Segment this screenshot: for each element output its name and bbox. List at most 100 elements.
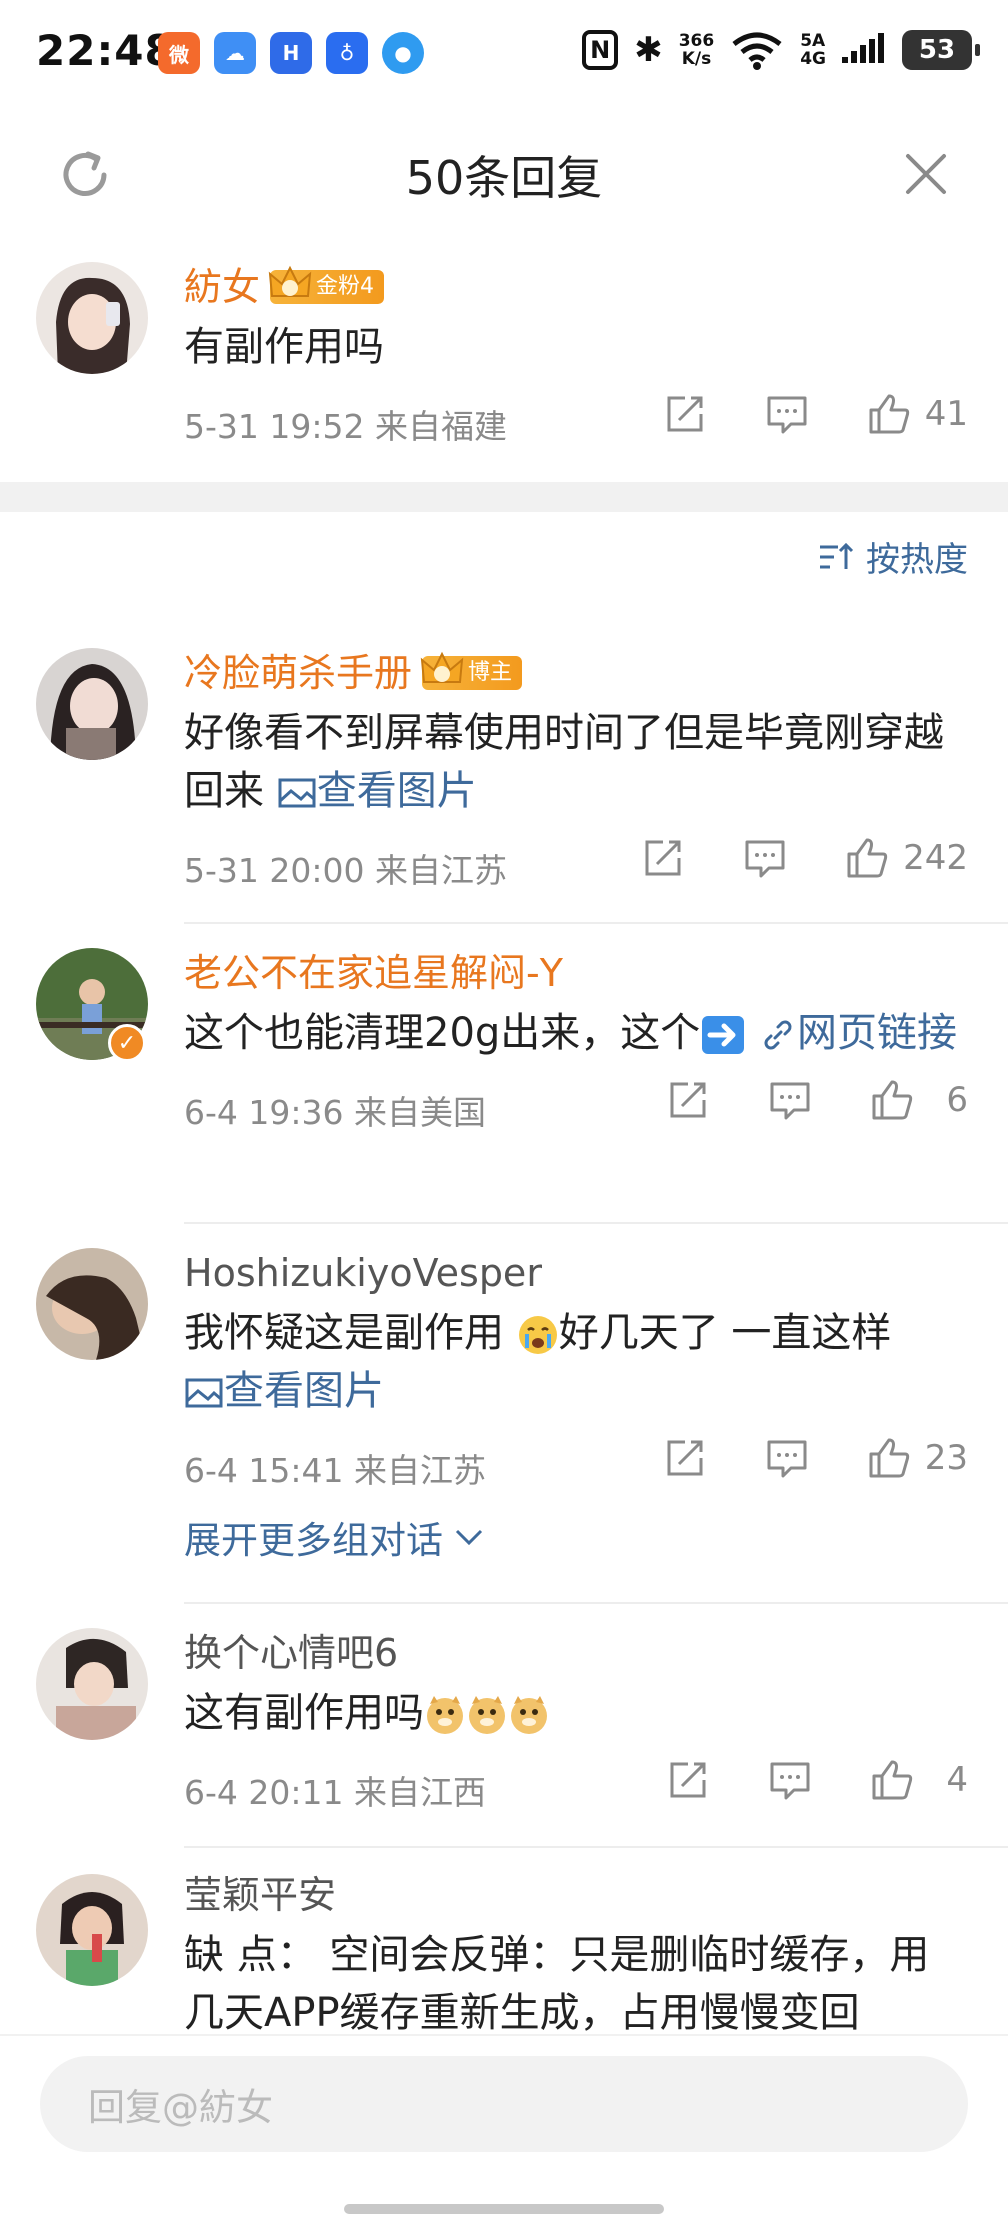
thumbs-up-icon bbox=[847, 838, 888, 878]
divider bbox=[184, 1222, 1008, 1224]
sort-toggle[interactable]: 按热度 bbox=[818, 532, 968, 581]
reply-button[interactable] bbox=[768, 1758, 812, 1802]
comment-text: 缺 点： 空间会反弹：只是删临时缓存，用几天APP缓存重新生成，占用慢慢变回 bbox=[184, 1932, 930, 2034]
share-button[interactable] bbox=[666, 1758, 710, 1802]
status-time: 22:48 bbox=[36, 26, 175, 75]
web-link[interactable]: 网页链接 bbox=[746, 1010, 957, 1056]
comment-meta: 6-4 20:11 来自江西 4 bbox=[184, 1758, 968, 1818]
share-icon bbox=[667, 396, 703, 432]
like-count: 242 bbox=[903, 838, 968, 878]
like-count: 6 bbox=[946, 1080, 968, 1120]
expand-more-conversation[interactable]: 展开更多组对话 bbox=[184, 1510, 968, 1564]
avatar[interactable] bbox=[36, 1628, 148, 1740]
comment-icon bbox=[770, 1762, 810, 1800]
username[interactable]: HoshizukiyoVesper bbox=[184, 1248, 968, 1298]
doge-emoji-icon bbox=[469, 1696, 505, 1734]
share-button[interactable] bbox=[663, 1436, 707, 1480]
comment-time: 5-31 19:52 来自福建 bbox=[184, 407, 507, 446]
cloud-app-icon: ☁ bbox=[214, 32, 256, 74]
image-icon bbox=[278, 778, 316, 808]
avatar[interactable] bbox=[36, 262, 148, 374]
like-button[interactable]: 6 bbox=[870, 1078, 968, 1122]
share-button[interactable] bbox=[663, 392, 707, 436]
share-button[interactable] bbox=[641, 836, 685, 880]
thumbs-up-icon bbox=[872, 1080, 913, 1120]
comment-icon bbox=[745, 840, 785, 878]
like-count: 41 bbox=[924, 394, 968, 434]
view-image-link[interactable]: 查看图片 bbox=[277, 768, 477, 814]
reply-input[interactable]: 回复@紡女 bbox=[40, 2056, 968, 2152]
like-button[interactable]: 41 bbox=[867, 392, 968, 436]
username[interactable]: 换个心情吧6 bbox=[184, 1628, 968, 1678]
app-h-icon: H bbox=[270, 32, 312, 74]
share-icon bbox=[670, 1762, 706, 1798]
divider bbox=[184, 1846, 1008, 1848]
verified-badge-icon: ✓ bbox=[108, 1024, 146, 1062]
weibo-app-icon: 微 bbox=[158, 32, 200, 74]
username[interactable]: 紡女 金粉4 bbox=[184, 262, 968, 312]
comment-text: 有副作用吗 bbox=[184, 324, 384, 370]
view-image-link[interactable]: 查看图片 bbox=[184, 1368, 384, 1414]
status-bar: 22:48 微 ☁ H ♁ ● N ✱ 366 K/s 5A 4G 53 bbox=[0, 0, 1008, 104]
comment-text: 我怀疑这是副作用 好几天了 一直这样 查看图片 bbox=[184, 1310, 892, 1414]
cell-signal-icon bbox=[842, 33, 884, 63]
page-title: 50条回复 bbox=[405, 151, 603, 205]
bulb-app-icon: ♁ bbox=[326, 32, 368, 74]
blogger-badge: 博主 bbox=[420, 651, 523, 690]
like-count: 23 bbox=[924, 1438, 968, 1478]
comment-time: 6-4 15:41 来自江苏 bbox=[184, 1451, 486, 1490]
comment-time: 5-31 20:00 来自江苏 bbox=[184, 851, 507, 890]
comment-icon bbox=[767, 396, 807, 434]
comment-icon bbox=[770, 1082, 810, 1120]
crying-emoji-icon bbox=[518, 1316, 557, 1354]
reply-button[interactable] bbox=[768, 1078, 812, 1122]
username[interactable]: 莹颖平安 bbox=[184, 1870, 968, 1920]
thumbs-up-icon bbox=[869, 1438, 909, 1478]
like-button[interactable]: 242 bbox=[845, 836, 968, 880]
signal-type: 5A 4G bbox=[800, 31, 826, 69]
crown-icon bbox=[268, 265, 312, 297]
thumbs-up-icon bbox=[872, 1760, 913, 1800]
doge-emoji-icon bbox=[427, 1696, 463, 1734]
chevron-down-icon bbox=[455, 1529, 483, 1546]
comment-meta: 5-31 20:00 来自江苏 242 bbox=[184, 836, 968, 896]
username[interactable]: 冷脸萌杀手册 博主 bbox=[184, 648, 968, 698]
share-icon bbox=[667, 1440, 703, 1476]
comment-icon bbox=[767, 1440, 807, 1478]
share-button[interactable] bbox=[666, 1078, 710, 1122]
comment-meta: 5-31 19:52 来自福建 41 bbox=[184, 392, 968, 452]
like-button[interactable]: 4 bbox=[870, 1758, 968, 1802]
avatar[interactable] bbox=[36, 648, 148, 760]
like-button[interactable]: 23 bbox=[867, 1436, 968, 1480]
avatar[interactable] bbox=[36, 1874, 148, 1986]
doge-emoji-icon bbox=[511, 1696, 547, 1734]
link-icon bbox=[764, 1020, 792, 1050]
divider bbox=[184, 1602, 1008, 1604]
comment-actions: 23 bbox=[663, 1436, 968, 1480]
thumbs-up-icon bbox=[869, 394, 909, 434]
like-count: 4 bbox=[946, 1760, 968, 1800]
comment-actions: 41 bbox=[663, 392, 968, 436]
reply-button[interactable] bbox=[743, 836, 787, 880]
battery-icon: 53 bbox=[902, 30, 980, 70]
comment-actions: 242 bbox=[641, 836, 968, 880]
share-icon bbox=[645, 840, 681, 876]
comment-item: 莹颖平安 缺 点： 空间会反弹：只是删临时缓存，用几天APP缓存重新生成，占用慢… bbox=[0, 1870, 1008, 2034]
reply-button[interactable] bbox=[765, 392, 809, 436]
crown-icon bbox=[420, 651, 464, 683]
close-icon[interactable] bbox=[902, 150, 950, 198]
reply-button[interactable] bbox=[765, 1436, 809, 1480]
comment-meta: 6-4 19:36 来自美国 6 bbox=[184, 1078, 968, 1138]
comment-text: 这个也能清理20g出来，这个 网页链接 bbox=[184, 1010, 958, 1056]
bluetooth-icon: ✱ bbox=[634, 30, 663, 70]
notification-app-icons: 微 ☁ H ♁ ● bbox=[158, 32, 424, 74]
comment-actions: 4 bbox=[666, 1758, 968, 1802]
comment-actions: 6 bbox=[666, 1078, 968, 1122]
browser-app-icon: ● bbox=[382, 32, 424, 74]
home-indicator[interactable] bbox=[344, 2204, 664, 2214]
username[interactable]: 老公不在家追星解闷-Y bbox=[184, 948, 968, 998]
right-arrow-emoji-icon bbox=[702, 1016, 745, 1054]
share-icon bbox=[670, 1082, 706, 1118]
avatar[interactable] bbox=[36, 1248, 148, 1360]
wifi-icon bbox=[732, 32, 782, 70]
